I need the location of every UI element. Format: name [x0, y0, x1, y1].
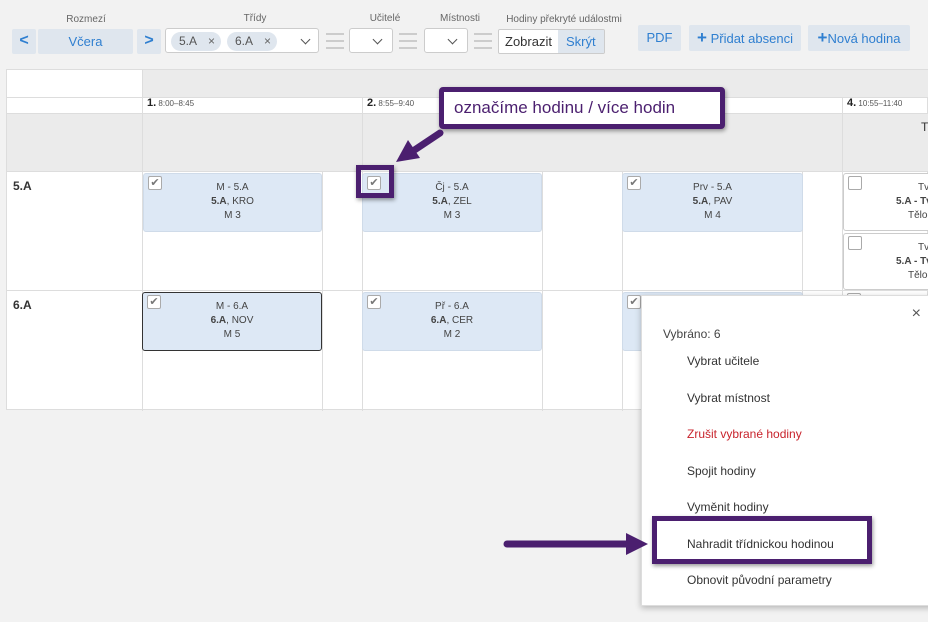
annotation-arrows — [396, 129, 648, 555]
arrow-head-icon — [626, 533, 648, 555]
